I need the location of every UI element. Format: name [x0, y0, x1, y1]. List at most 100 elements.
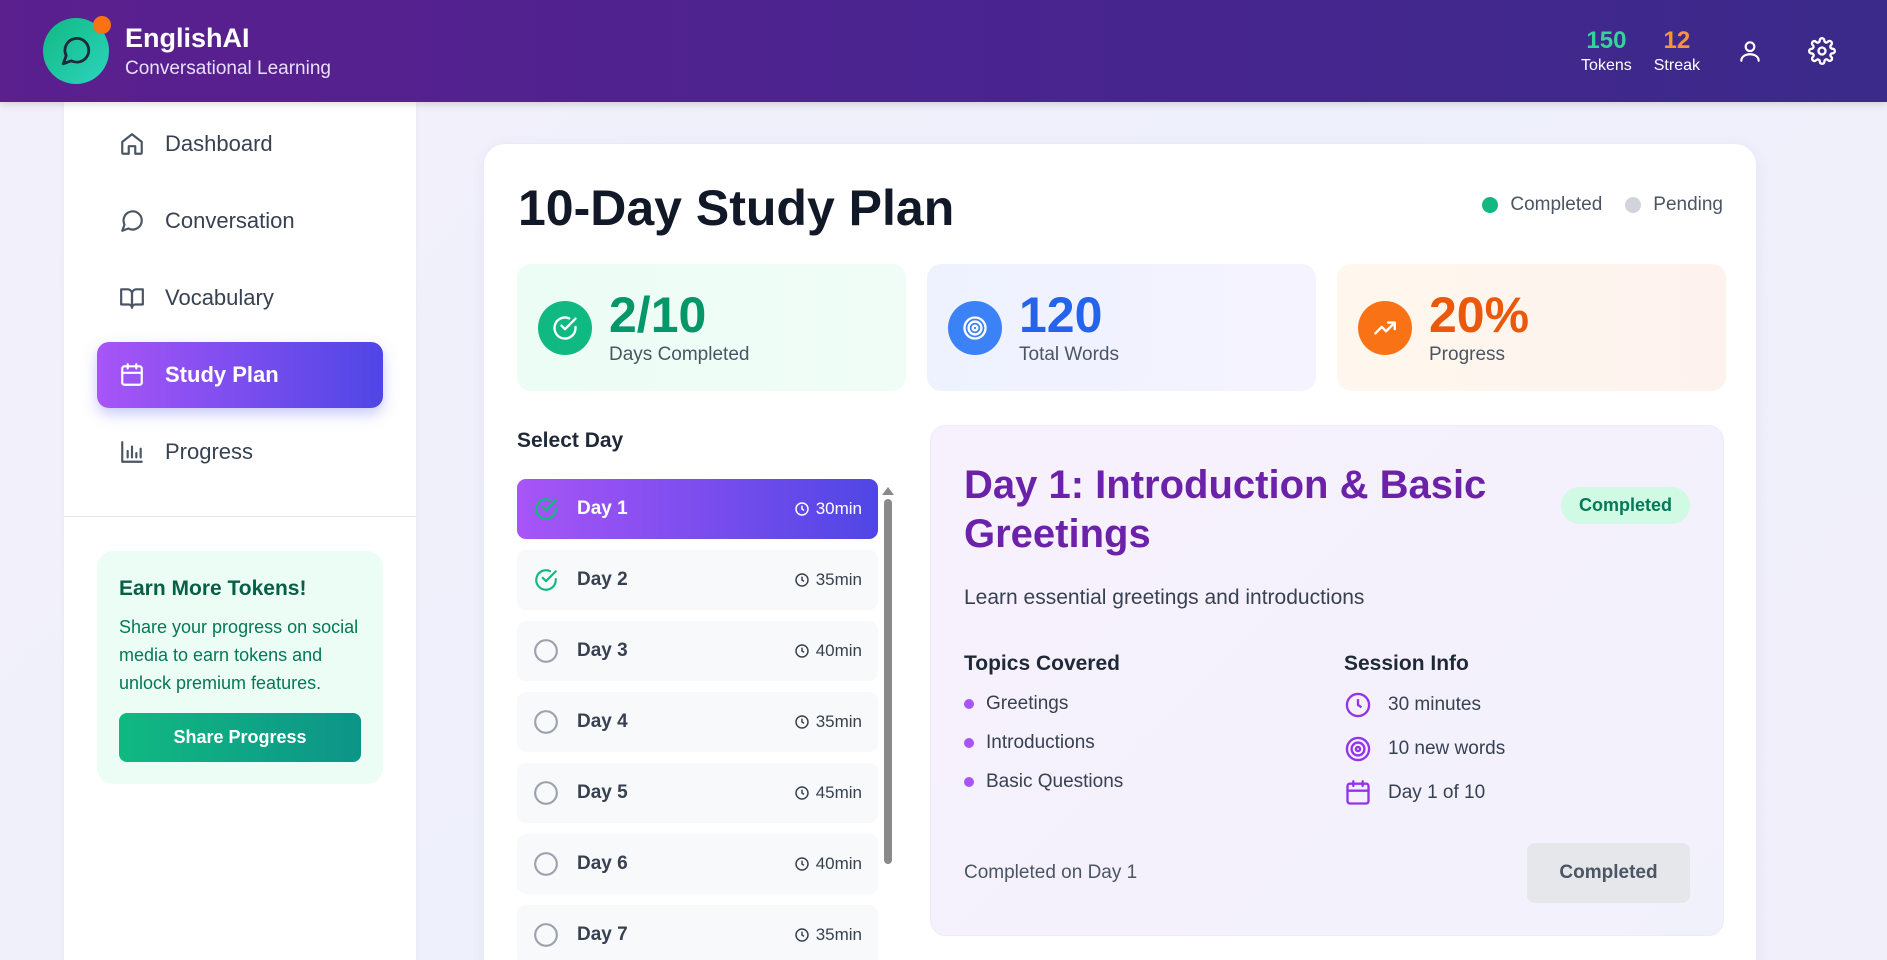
home-icon: [119, 131, 145, 157]
promo-text: Share your progress on social media to e…: [119, 617, 359, 693]
scroll-up-arrow[interactable]: [882, 487, 894, 495]
bullet: [964, 699, 974, 709]
sidebar-item-progress[interactable]: Progress: [97, 419, 383, 485]
day-label: Day 3: [577, 640, 628, 661]
stat-days-completed: 2/10 Days Completed: [517, 264, 906, 391]
clock-icon: [794, 786, 809, 800]
brand-name: EnglishAI: [125, 23, 250, 54]
day-duration: 40min: [794, 641, 862, 661]
session-title: Session Info: [1344, 652, 1469, 675]
scroll-thumb[interactable]: [884, 499, 892, 864]
stat-label: Days Completed: [609, 343, 750, 365]
day-item[interactable]: Day 4 35min: [517, 692, 878, 752]
sidebar: Dashboard Conversation Vocabulary Study …: [64, 102, 416, 960]
sidebar-item-conversation[interactable]: Conversation: [97, 188, 383, 254]
day-label: Day 2: [577, 569, 628, 590]
topics-title: Topics Covered: [964, 652, 1120, 675]
check-circle-icon: [533, 496, 559, 522]
sidebar-item-dashboard[interactable]: Dashboard: [97, 111, 383, 177]
stat-value: 2/10: [609, 286, 707, 343]
topic-item: Introductions: [964, 732, 1123, 754]
status-legend: Completed Pending: [1459, 194, 1723, 216]
session-day: Day 1 of 10: [1344, 778, 1505, 808]
day-item[interactable]: Day 5 45min: [517, 763, 878, 823]
clock-icon: [794, 857, 809, 871]
calendar-icon: [119, 362, 145, 388]
sidebar-item-label: Progress: [165, 439, 254, 464]
empty-circle-icon: [533, 851, 559, 877]
empty-circle-icon: [533, 638, 559, 664]
day-description: Learn essential greetings and introducti…: [964, 586, 1365, 609]
logo[interactable]: [43, 16, 111, 84]
user-icon[interactable]: [1728, 29, 1772, 73]
bullet: [964, 777, 974, 787]
legend-label: Completed: [1510, 194, 1603, 215]
day-time-text: 40min: [815, 641, 862, 660]
stat-total-words: 120 Total Words: [927, 264, 1316, 391]
book-icon: [119, 285, 145, 311]
day-list-scrollbar[interactable]: [882, 487, 894, 960]
day-duration: 35min: [794, 925, 862, 945]
notification-dot: [93, 16, 111, 34]
trending-up-icon: [1358, 300, 1412, 355]
legend-completed: Completed: [1482, 194, 1602, 216]
session-duration: 30 minutes: [1344, 690, 1505, 720]
clock-icon: [794, 715, 809, 729]
day-detail-title: Day 1: Introduction & Basic Greetings: [964, 463, 1487, 556]
clock-icon: [794, 502, 809, 516]
target-icon: [1344, 735, 1372, 763]
day-item[interactable]: Day 7 35min: [517, 905, 878, 960]
brand: EnglishAI Conversational Learning: [125, 22, 331, 79]
study-plan-card: 10-Day Study Plan Completed Pending 2/10…: [483, 143, 1757, 960]
app-header: EnglishAI Conversational Learning 150 To…: [0, 0, 1887, 102]
day-detail-panel: Day 1: Introduction & Basic Greetings Co…: [930, 425, 1724, 936]
day-time-text: 45min: [815, 783, 862, 802]
day-time-text: 40min: [815, 854, 862, 873]
topic-label: Basic Questions: [986, 771, 1124, 792]
session-info-section: Session Info 30 minutes 10 new words Day…: [1344, 652, 1505, 808]
chat-icon: [119, 208, 145, 234]
topic-label: Greetings: [986, 693, 1069, 714]
promo-card: Earn More Tokens! Share your progress on…: [97, 551, 383, 784]
session-text: Day 1 of 10: [1388, 782, 1486, 803]
legend-label: Pending: [1653, 194, 1723, 215]
streak-label: Streak: [1653, 57, 1700, 75]
day-time-text: 30min: [815, 499, 862, 518]
tokens-value: 150: [1586, 26, 1627, 54]
tokens-label: Tokens: [1581, 57, 1632, 75]
day-item[interactable]: Day 3 40min: [517, 621, 878, 681]
page-title: 10-Day Study Plan: [518, 180, 955, 236]
session-words: 10 new words: [1344, 734, 1505, 764]
status-badge: Completed: [1560, 487, 1690, 524]
day-time-text: 35min: [815, 712, 862, 731]
select-day-heading: Select Day: [517, 429, 624, 452]
day-item[interactable]: Day 2 35min: [517, 550, 878, 610]
day-label: Day 1: [577, 498, 628, 519]
clock-icon: [794, 928, 809, 942]
topic-item: Greetings: [964, 693, 1123, 715]
empty-circle-icon: [533, 709, 559, 735]
sidebar-item-label: Vocabulary: [165, 285, 274, 310]
stats-row: 2/10 Days Completed 120 Total Words 20% …: [517, 264, 1726, 391]
sidebar-item-vocabulary[interactable]: Vocabulary: [97, 265, 383, 331]
day-label: Day 4: [577, 711, 628, 732]
completed-button[interactable]: Completed: [1527, 843, 1690, 903]
brand-subtitle: Conversational Learning: [125, 57, 331, 79]
day-label: Day 6: [577, 853, 628, 874]
share-progress-button[interactable]: Share Progress: [119, 713, 361, 762]
sidebar-item-study-plan[interactable]: Study Plan: [97, 342, 383, 408]
stat-label: Progress: [1429, 343, 1506, 365]
header-actions: 150 Tokens 12 Streak: [1559, 27, 1844, 76]
day-item[interactable]: Day 1 30min: [517, 479, 878, 539]
day-item[interactable]: Day 6 40min: [517, 834, 878, 894]
streak-stat: 12 Streak: [1654, 27, 1700, 76]
session-text: 10 new words: [1388, 738, 1506, 759]
sidebar-item-label: Dashboard: [165, 131, 273, 156]
day-time-text: 35min: [815, 570, 862, 589]
day-list: Day 1 30min Day 2 35min Day 3 40min Day …: [517, 479, 878, 960]
day-duration: 40min: [794, 854, 862, 874]
bar-chart-icon: [119, 439, 145, 465]
day-duration: 30min: [794, 499, 862, 519]
day-duration: 35min: [794, 712, 862, 732]
gear-icon[interactable]: [1800, 29, 1844, 73]
